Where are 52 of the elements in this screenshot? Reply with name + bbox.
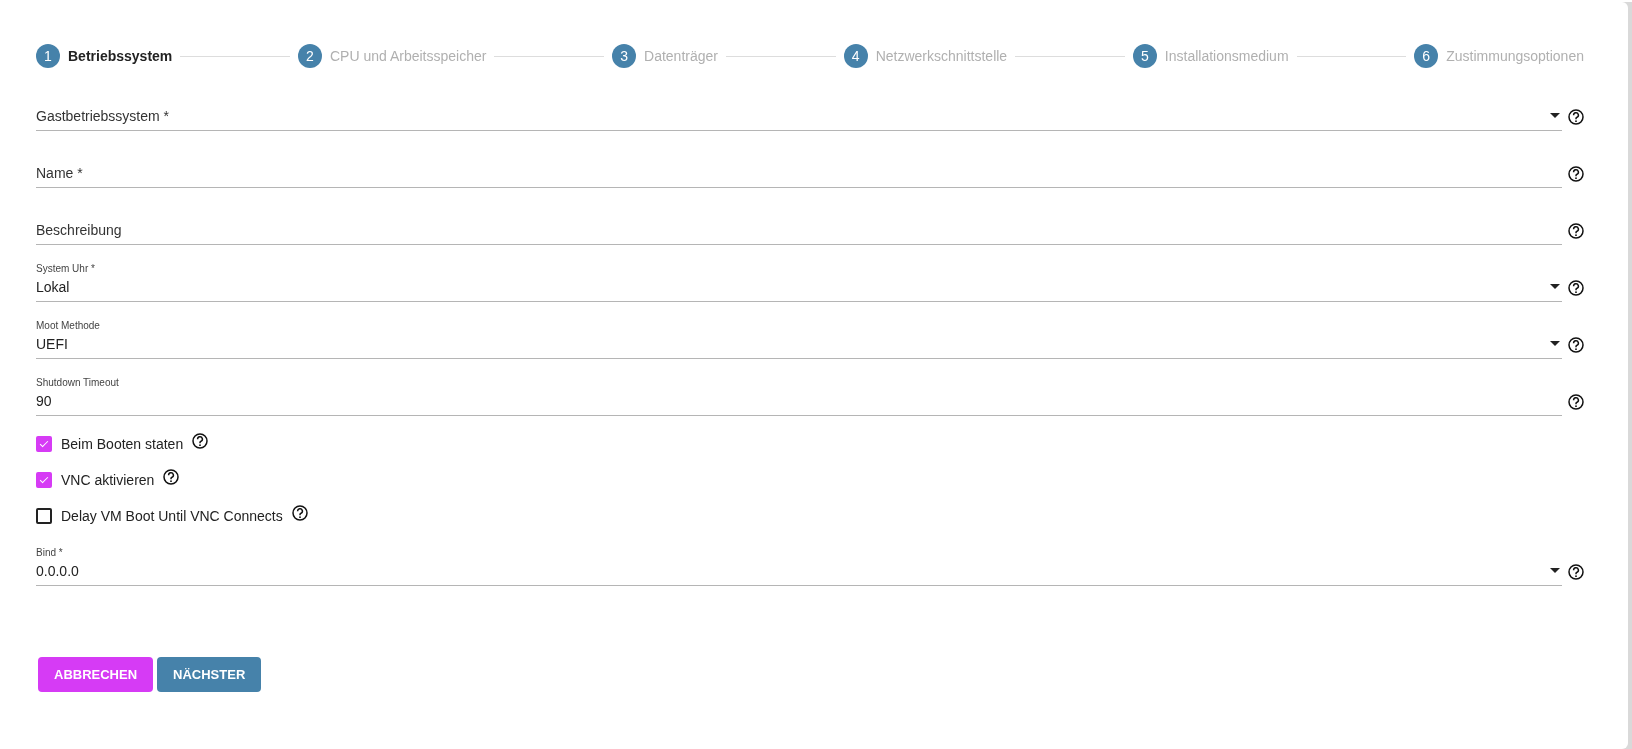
checkbox-label: VNC aktivieren: [61, 472, 155, 488]
step-number[interactable]: 1: [36, 44, 60, 68]
field-label: Beschreibung: [36, 222, 122, 238]
help-icon[interactable]: [1568, 280, 1584, 296]
field-value: 90: [36, 393, 52, 409]
field-label: Bind *: [36, 547, 63, 558]
field-label: System Uhr *: [36, 263, 95, 274]
step-number[interactable]: 2: [297, 44, 322, 68]
checkbox[interactable]: [36, 508, 52, 524]
checkbox[interactable]: [36, 436, 52, 452]
step-label[interactable]: Zustimmungsoptionen: [1446, 48, 1584, 64]
help-icon[interactable]: [192, 433, 209, 449]
dropdown-field[interactable]: System Uhr * Lokal: [36, 245, 1562, 302]
step-number[interactable]: 3: [612, 44, 637, 68]
input-field[interactable]: Beschreibung: [36, 188, 1562, 245]
cancel-button[interactable]: ABBRECHEN: [38, 657, 154, 692]
field-label: Moot Methode: [36, 320, 100, 331]
help-icon[interactable]: [163, 469, 180, 485]
dropdown-field[interactable]: Bind * 0.0.0.0: [36, 534, 1562, 586]
input-field[interactable]: Shutdown Timeout 90: [36, 359, 1562, 416]
checkbox-label: Beim Booten staten: [61, 436, 184, 452]
help-icon[interactable]: [1568, 394, 1584, 410]
help-icon[interactable]: [1568, 223, 1584, 239]
help-icon[interactable]: [291, 505, 308, 521]
help-icon[interactable]: [1568, 166, 1584, 182]
step-label[interactable]: Installationsmedium: [1164, 48, 1289, 64]
step-label[interactable]: Betriebssystem: [68, 48, 173, 64]
dropdown-field[interactable]: Gastbetriebssystem *: [36, 74, 1562, 131]
help-icon[interactable]: [1568, 564, 1584, 580]
field-label: Gastbetriebssystem *: [36, 108, 170, 124]
step-label[interactable]: Datenträger: [644, 48, 718, 64]
field-value: UEFI: [36, 336, 68, 352]
checkbox-label: Delay VM Boot Until VNC Connects: [61, 508, 283, 524]
field-label: Name *: [36, 165, 83, 181]
caret-icon[interactable]: [1550, 113, 1560, 118]
help-icon[interactable]: [1568, 109, 1584, 125]
checkbox[interactable]: [36, 472, 52, 488]
field-value: 0.0.0.0: [36, 563, 79, 579]
help-icon[interactable]: [1568, 337, 1584, 353]
step-label[interactable]: Netzwerkschnittstelle: [875, 48, 1008, 64]
step-number[interactable]: 6: [1414, 44, 1439, 68]
dropdown-field[interactable]: Moot Methode UEFI: [36, 302, 1562, 359]
step-number[interactable]: 4: [843, 44, 868, 68]
caret-icon[interactable]: [1550, 568, 1560, 573]
step-label[interactable]: CPU und Arbeitsspeicher: [329, 48, 487, 64]
caret-icon[interactable]: [1550, 284, 1560, 289]
input-field[interactable]: Name *: [36, 131, 1562, 188]
step-number[interactable]: 5: [1132, 44, 1157, 68]
next-button[interactable]: NÄCHSTER: [157, 657, 262, 692]
field-value: Lokal: [36, 279, 70, 295]
caret-icon[interactable]: [1550, 341, 1560, 346]
field-label: Shutdown Timeout: [36, 377, 119, 388]
